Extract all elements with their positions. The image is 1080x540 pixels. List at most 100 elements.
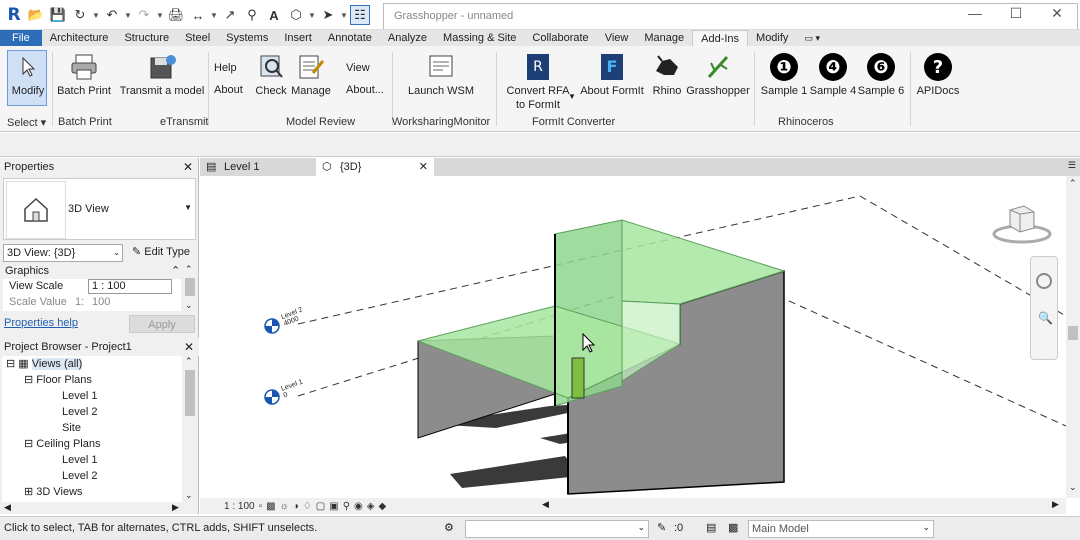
- sync-icon[interactable]: ↻: [70, 5, 90, 25]
- crop-view-icon[interactable]: ▢: [316, 501, 325, 512]
- tree-item-ceiling-plans[interactable]: ⊟ Ceiling Plans: [24, 436, 100, 452]
- open-icon[interactable]: 📂: [26, 5, 46, 25]
- browser-hscroll[interactable]: ◀ ▶: [0, 502, 199, 514]
- chevron-down-icon[interactable]: ▼: [568, 92, 576, 101]
- design-option-dropdown[interactable]: Main Model ⌄: [748, 520, 934, 538]
- type-selector[interactable]: 3D View ▼: [3, 178, 196, 240]
- apidocs-button[interactable]: ? APIDocs: [916, 50, 960, 98]
- sample-1-button[interactable]: ❶ Sample 1: [760, 50, 808, 98]
- lock-3d-icon[interactable]: ⚲: [343, 501, 350, 512]
- tab-insert[interactable]: Insert: [276, 30, 320, 46]
- tree-item-floor-plans[interactable]: ⊟ Floor Plans: [24, 372, 92, 388]
- sample-6-button[interactable]: ❻ Sample 6: [857, 50, 905, 98]
- exclude-options-icon[interactable]: ▩: [728, 521, 738, 534]
- design-options-icon[interactable]: ▤: [706, 521, 716, 534]
- temp-hide-icon[interactable]: ◉: [354, 501, 363, 512]
- sun-path-icon[interactable]: ☼: [280, 501, 289, 512]
- graphics-section[interactable]: Graphics ⌃: [3, 264, 181, 280]
- show-crop-icon[interactable]: ▣: [329, 501, 338, 512]
- detail-level-icon[interactable]: ▫: [259, 501, 263, 512]
- convert-rfa-button[interactable]: R Convert RFA to FormIt: [504, 50, 572, 112]
- workset-dropdown[interactable]: ⌄: [465, 520, 649, 538]
- manage-button[interactable]: Manage: [290, 50, 332, 98]
- chevron-down-icon[interactable]: ▼: [92, 5, 100, 25]
- tree-item-level-1[interactable]: Level 1: [62, 388, 97, 404]
- worksets-icon[interactable]: ⚙: [444, 521, 454, 534]
- tab-menu-icon[interactable]: ☰: [1068, 160, 1076, 171]
- close-icon[interactable]: ✕: [1037, 4, 1077, 22]
- save-icon[interactable]: 💾: [48, 5, 68, 25]
- view-cube[interactable]: [990, 200, 1054, 244]
- view-tab-3d[interactable]: ⬡ {3D} ✕: [316, 158, 434, 176]
- rhino-button[interactable]: Rhino: [650, 50, 684, 98]
- revit-logo[interactable]: R: [4, 5, 24, 25]
- modify-tool[interactable]: Modify: [8, 50, 48, 98]
- reveal-hidden-icon[interactable]: ◈: [367, 501, 375, 512]
- text-icon[interactable]: A: [264, 5, 284, 25]
- switch-windows-icon[interactable]: ☷: [350, 5, 370, 25]
- section-icon[interactable]: ➤: [318, 5, 338, 25]
- help-link[interactable]: Help: [214, 62, 244, 74]
- collapse-icon[interactable]: ⌃: [171, 264, 180, 277]
- render-icon[interactable]: ♢: [303, 501, 312, 512]
- tab-annotate[interactable]: Annotate: [320, 30, 380, 46]
- redo-icon[interactable]: ↷: [134, 5, 154, 25]
- navigation-bar[interactable]: 🔍: [1030, 256, 1058, 360]
- 3d-view-icon[interactable]: ⬡: [286, 5, 306, 25]
- view-tab-level-1[interactable]: ▤ Level 1: [200, 158, 314, 176]
- about-formit-button[interactable]: F About FormIt: [578, 50, 646, 98]
- measure-icon[interactable]: ↔: [188, 5, 208, 25]
- launch-wsm-button[interactable]: Launch WSM: [406, 50, 476, 98]
- tree-item-site[interactable]: Site: [62, 420, 81, 436]
- transmit-button[interactable]: Transmit a model: [118, 50, 206, 98]
- tab-architecture[interactable]: Architecture: [42, 30, 117, 46]
- browser-scrollbar[interactable]: ⌃ ⌄: [183, 356, 197, 502]
- print-icon[interactable]: 🖨: [166, 5, 186, 25]
- properties-help-link[interactable]: Properties help: [4, 317, 78, 329]
- tree-item-ceiling-level-2[interactable]: Level 2: [62, 468, 97, 484]
- tree-item-3d-views[interactable]: ⊞ 3D Views: [24, 484, 83, 500]
- scale-selector[interactable]: 1 : 100: [224, 501, 255, 512]
- grasshopper-button[interactable]: Grasshopper: [686, 50, 750, 98]
- instance-selector[interactable]: 3D View: {3D} ⌄: [3, 244, 123, 262]
- sample-4-button[interactable]: ❹ Sample 4: [809, 50, 857, 98]
- chevron-down-icon[interactable]: ▼: [210, 5, 218, 25]
- drawing-canvas[interactable]: Level 2 4000 Level 10 🔍: [200, 176, 1066, 498]
- tab-collaborate[interactable]: Collaborate: [524, 30, 596, 46]
- chevron-down-icon[interactable]: ▼: [156, 5, 164, 25]
- steering-wheel-icon[interactable]: [1036, 273, 1052, 289]
- chevron-down-icon[interactable]: ▼: [184, 203, 192, 212]
- tab-steel[interactable]: Steel: [177, 30, 218, 46]
- vertical-scrollbar[interactable]: ⌃ ⌄: [1066, 176, 1080, 498]
- tab-modify[interactable]: Modify: [748, 30, 796, 46]
- about-link[interactable]: About: [214, 84, 250, 96]
- maximize-icon[interactable]: ☐: [996, 4, 1036, 22]
- tree-item-views-all[interactable]: ⊟ ▦ Views (all): [6, 356, 83, 372]
- close-icon[interactable]: ✕: [184, 338, 194, 356]
- tree-item-level-2[interactable]: Level 2: [62, 404, 97, 420]
- chevron-down-icon[interactable]: ▼: [308, 5, 316, 25]
- batch-print-button[interactable]: Batch Print: [56, 50, 112, 98]
- tree-item-ceiling-level-1[interactable]: Level 1: [62, 452, 97, 468]
- tag-icon[interactable]: ⚲: [242, 5, 262, 25]
- analysis-icon[interactable]: ◆: [378, 501, 386, 512]
- tab-massing-site[interactable]: Massing & Site: [435, 30, 524, 46]
- close-icon[interactable]: ✕: [419, 158, 428, 176]
- properties-scrollbar[interactable]: ⌃ ⌄: [183, 264, 197, 312]
- undo-icon[interactable]: ↶: [102, 5, 122, 25]
- close-icon[interactable]: ✕: [183, 158, 193, 176]
- check-button[interactable]: Check: [254, 50, 288, 98]
- tab-analyze[interactable]: Analyze: [380, 30, 435, 46]
- visual-style-icon[interactable]: ▩: [266, 501, 275, 512]
- view-link[interactable]: View: [346, 62, 376, 74]
- tab-file[interactable]: File: [0, 30, 42, 46]
- edit-type-button[interactable]: ✎ Edit Type: [132, 245, 190, 258]
- zoom-icon[interactable]: 🔍: [1038, 311, 1053, 325]
- chevron-down-icon[interactable]: ▼: [124, 5, 132, 25]
- view-scale-input[interactable]: 1 : 100: [88, 279, 172, 294]
- panel-select[interactable]: Select ▾: [7, 116, 46, 129]
- tab-add-ins[interactable]: Add-Ins: [692, 30, 749, 46]
- editable-only-icon[interactable]: ✎: [657, 521, 666, 534]
- tab-structure[interactable]: Structure: [116, 30, 177, 46]
- chevron-down-icon[interactable]: ▼: [340, 5, 348, 25]
